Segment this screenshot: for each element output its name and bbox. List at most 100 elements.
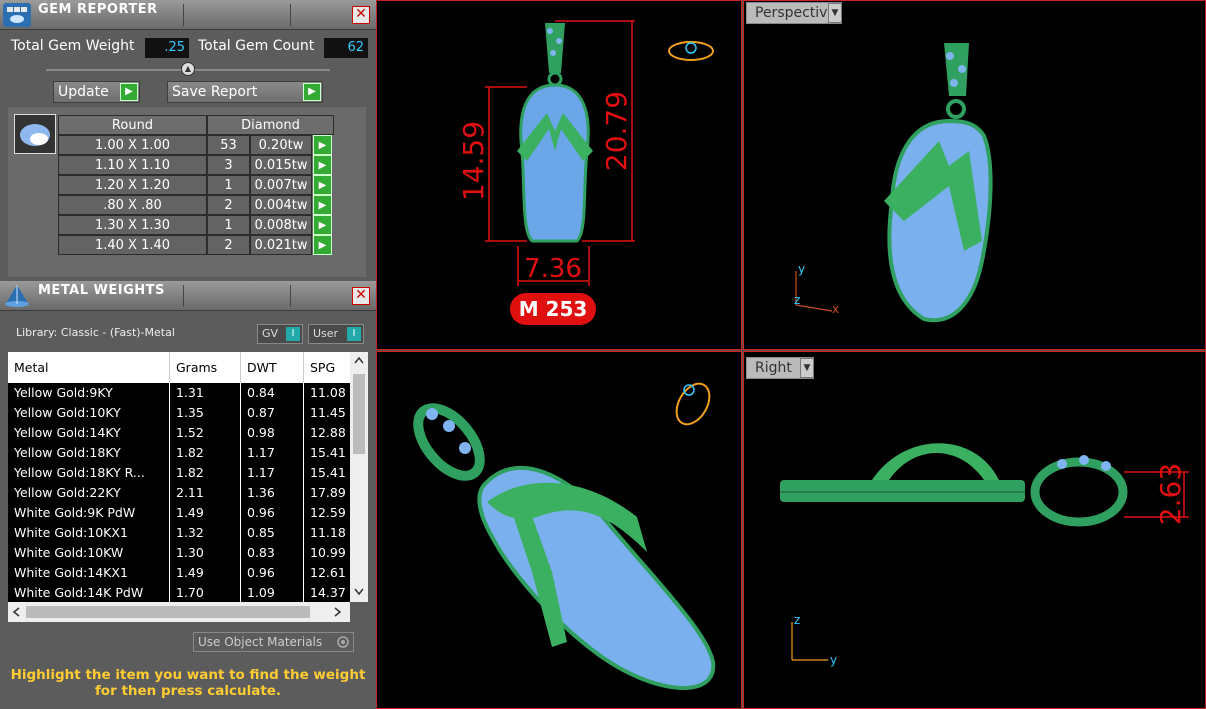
spg-cell: 12.59 [304,503,354,523]
gem-weight-cell: 0.015tw [250,155,312,175]
gv-toggle[interactable]: GV I [257,324,303,344]
viewport-iso[interactable] [376,351,742,709]
spg-cell: 12.61 [304,563,354,583]
viewport-top-model: 20.79 14.59 7.36 M 253 [457,20,714,325]
round-gem-icon [14,114,56,154]
gem-weight-cell: 0.007tw [250,175,312,195]
vertical-scrollbar[interactable] [350,352,368,602]
play-icon: ▶ [303,83,321,101]
update-button-label: Update [58,84,109,100]
titlebar-divider [290,285,291,307]
metal-weights-titlebar: METAL WEIGHTS ✕ [0,281,376,311]
table-row[interactable]: White Gold:10KX1 1.32 0.85 11.18 [8,523,354,543]
play-icon[interactable]: ▶ [313,235,332,255]
user-toggle[interactable]: User I [308,324,364,344]
dim-side: 14.59 [457,121,490,201]
spg-cell: 11.18 [304,523,354,543]
metal-table-header: Metal Grams DWT SPG [8,352,354,383]
horizontal-scrollbar[interactable] [8,602,350,622]
metal-name-cell: Yellow Gold:18KY [8,443,170,463]
hint-text: Highlight the item you want to find the … [10,667,366,699]
save-report-button[interactable]: Save Report ▶ [167,81,323,103]
play-icon[interactable]: ▶ [313,155,332,175]
gem-count-cell: 53 [207,135,250,155]
table-row[interactable]: White Gold:10KW 1.30 0.83 10.99 [8,543,354,563]
gem-header-material: Diamond [207,115,334,135]
viewport-perspective-model: y z x [794,43,993,323]
table-row[interactable]: White Gold:14K PdW 1.70 1.09 14.37 [8,583,354,602]
col-header-grams[interactable]: Grams [170,352,241,383]
metal-name-cell: White Gold:9K PdW [8,503,170,523]
col-header-spg[interactable]: SPG [304,352,354,383]
play-icon: ▶ [120,83,138,101]
viewport-perspective[interactable]: Perspective ▼ y z x [743,0,1206,350]
table-row[interactable]: White Gold:9K PdW 1.49 0.96 12.59 [8,503,354,523]
table-row[interactable]: Yellow Gold:14KY 1.52 0.98 12.88 [8,423,354,443]
grams-cell: 1.32 [170,523,241,543]
gem-count-cell: 1 [207,175,250,195]
spg-cell: 11.45 [304,403,354,423]
slider-handle-icon[interactable]: ▲ [181,62,195,76]
use-object-materials-toggle[interactable]: Use Object Materials [193,632,354,652]
play-icon[interactable]: ▶ [313,195,332,215]
left-panel: GEM REPORTER ✕ Total Gem Weight .25 Tota… [0,0,376,709]
axis-y-label: y [798,262,805,276]
close-icon[interactable]: ✕ [352,287,370,305]
table-row[interactable]: Yellow Gold:22KY 2.11 1.36 17.89 [8,483,354,503]
close-icon[interactable]: ✕ [352,6,370,24]
table-row[interactable]: Yellow Gold:10KY 1.35 0.87 11.45 [8,403,354,423]
toggle-icon: I [347,327,361,341]
gem-reporter-title: GEM REPORTER [38,2,158,17]
dwt-cell: 0.84 [241,383,304,403]
table-row[interactable]: Yellow Gold:9KY 1.31 0.84 11.08 [8,383,354,403]
gv-toggle-label: GV [262,327,279,340]
gem-count-cell: 1 [207,215,250,235]
gem-size-cell: 1.10 X 1.10 [58,155,207,175]
table-row[interactable]: Yellow Gold:18KY R... 1.82 1.17 15.41 [8,463,354,483]
play-icon[interactable]: ▶ [313,175,332,195]
metal-name-cell: Yellow Gold:18KY R... [8,463,170,483]
update-button[interactable]: Update ▶ [53,81,140,103]
gem-reporter-titlebar: GEM REPORTER ✕ [0,0,376,30]
dwt-cell: 0.98 [241,423,304,443]
grams-cell: 1.31 [170,383,241,403]
grams-cell: 1.52 [170,423,241,443]
spg-cell: 15.41 [304,463,354,483]
total-gem-weight-value: .25 [145,38,189,58]
axis-x-label: x [832,302,839,316]
viewport-right[interactable]: Right ▼ 2.63 z y [743,351,1206,709]
dwt-cell: 0.87 [241,403,304,423]
metal-weights-icon [2,283,32,309]
gem-weight-cell: 0.20tw [250,135,312,155]
viewport-right-model: 2.63 z y [780,443,1189,667]
gem-count-cell: 3 [207,155,250,175]
viewport-top[interactable]: 20.79 14.59 7.36 M 253 [376,0,742,350]
table-row[interactable]: Yellow Gold:18KY 1.82 1.17 15.41 [8,443,354,463]
axis-y-label: y [830,653,837,667]
grams-cell: 2.11 [170,483,241,503]
gem-weight-cell: 0.008tw [250,215,312,235]
metal-name-cell: White Gold:10KW [8,543,170,563]
spg-cell: 17.89 [304,483,354,503]
gem-size-cell: 1.20 X 1.20 [58,175,207,195]
viewport-iso-model [413,382,716,690]
total-gem-weight-label: Total Gem Weight [11,38,135,54]
play-icon[interactable]: ▶ [313,135,332,155]
metal-name-cell: White Gold:14K PdW [8,583,170,602]
grams-cell: 1.70 [170,583,241,602]
play-icon[interactable]: ▶ [313,215,332,235]
metal-name-cell: Yellow Gold:22KY [8,483,170,503]
col-header-metal[interactable]: Metal [8,352,170,383]
metal-name-cell: Yellow Gold:10KY [8,403,170,423]
grams-cell: 1.49 [170,503,241,523]
user-toggle-label: User [313,327,339,340]
col-header-dwt[interactable]: DWT [241,352,304,383]
gem-size-cell: 1.40 X 1.40 [58,235,207,255]
table-row[interactable]: White Gold:14KX1 1.49 0.96 12.61 [8,563,354,583]
metal-name-cell: Yellow Gold:14KY [8,423,170,443]
metal-library-label: Library: Classic - (Fast)-Metal [16,326,175,339]
spg-cell: 14.37 [304,583,354,602]
metal-weights-title: METAL WEIGHTS [38,283,165,298]
dwt-cell: 0.83 [241,543,304,563]
titlebar-divider [183,285,184,307]
